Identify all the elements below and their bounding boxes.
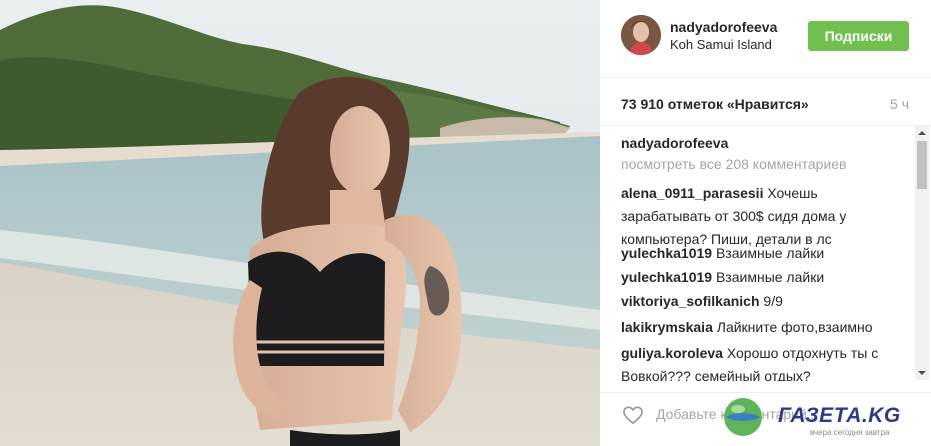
watermark-brand: ГАЗЕТА.KG (778, 404, 901, 427)
post-header: nadyadorofeeva Koh Samui Island Подписки (600, 0, 931, 78)
comment-username[interactable]: alena_0911_parasesii (621, 185, 763, 201)
post-photo[interactable] (0, 0, 600, 446)
beach-photo (0, 0, 600, 446)
heart-icon[interactable] (622, 405, 644, 425)
site-watermark: ГАЗЕТА.KG вчера сегодня завтра (722, 393, 931, 446)
scrollbar-thumb[interactable] (917, 141, 927, 189)
comment-item: alena_0911_parasesii Хочешь зарабатывать… (621, 182, 899, 251)
comment-username[interactable]: guliya.koroleva (621, 345, 723, 361)
comment-username[interactable]: yulechka1019 (621, 269, 712, 285)
avatar-image (621, 15, 661, 55)
location-link[interactable]: Koh Samui Island (670, 37, 772, 52)
comment-text: Взаимные лайки (715, 245, 825, 261)
comment-item: yulechka1019 Взаимные лайки (621, 266, 899, 289)
caption: nadyadorofeeva (621, 132, 899, 155)
following-button[interactable]: Подписки (808, 21, 909, 51)
comment-item: yulechka1019 Взаимные лайки (621, 242, 899, 265)
watermark-tagline: вчера сегодня завтра (810, 428, 890, 437)
post-stats: 73 910 отметок «Нравится» 5 ч (600, 78, 931, 126)
scroll-up-icon[interactable] (915, 128, 929, 138)
comment-item: lakikrymskaia Лайкните фото,взаимно (621, 316, 899, 339)
comment-username[interactable]: lakikrymskaia (621, 319, 713, 335)
comment-item: viktoriya_sofilkanich 9/9 (621, 290, 899, 313)
comment-text: 9/9 (763, 293, 783, 309)
view-all-comments-link[interactable]: посмотреть все 208 комментариев (621, 156, 847, 172)
comment-username[interactable]: yulechka1019 (621, 245, 712, 261)
post-side-panel: nadyadorofeeva Koh Samui Island Подписки… (600, 0, 931, 446)
caption-username[interactable]: nadyadorofeeva (621, 135, 728, 151)
likes-count[interactable]: 73 910 отметок «Нравится» (621, 96, 809, 112)
comments-scrollbar[interactable] (915, 126, 929, 380)
avatar[interactable] (621, 15, 661, 55)
comment-username[interactable]: viktoriya_sofilkanich (621, 293, 760, 309)
comments-list: nadyadorofeeva посмотреть все 208 коммен… (600, 126, 931, 381)
comment-item: guliya.koroleva Хорошо отдохнуть ты с Во… (621, 342, 899, 381)
post-time[interactable]: 5 ч (890, 96, 909, 112)
username-link[interactable]: nadyadorofeeva (670, 19, 777, 35)
scroll-down-icon[interactable] (915, 368, 929, 378)
comment-text: Лайкните фото,взаимно (716, 319, 873, 335)
comment-text: Взаимные лайки (715, 269, 825, 285)
globe-logo-icon (724, 398, 762, 436)
